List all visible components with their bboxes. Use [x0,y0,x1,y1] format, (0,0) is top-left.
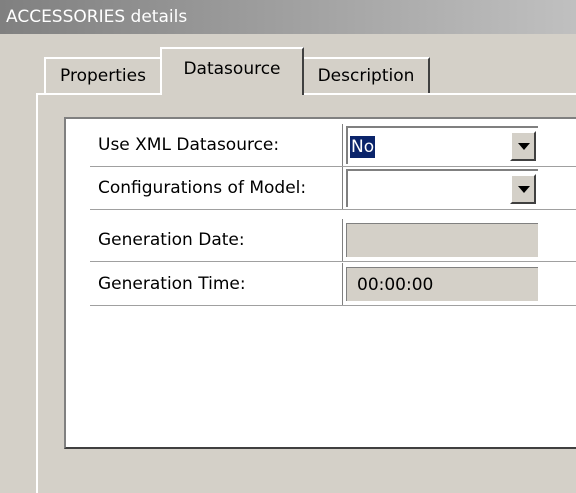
configurations-of-model-dropdown[interactable] [346,169,538,207]
row-divider [90,209,576,210]
field-row-configurations-of-model: Configurations of Model: [90,167,576,210]
window-title: ACCESSORIES details [0,0,576,34]
dropdown-arrow-icon[interactable] [510,174,536,204]
tab-datasource[interactable]: Datasource [160,47,304,95]
row-divider [90,261,576,262]
row-divider [90,305,576,306]
field-label: Generation Time: [98,274,246,294]
field-label: Configurations of Model: [98,178,307,198]
generation-time-field: 00:00:00 [346,267,538,301]
field-label: Generation Date: [98,230,245,250]
selected-value [350,179,352,201]
generation-date-field [346,223,538,257]
tab-description[interactable]: Description [302,57,430,93]
use-xml-datasource-dropdown[interactable]: No [346,126,538,164]
field-label: Use XML Datasource: [98,135,280,155]
field-row-use-xml-datasource: Use XML Datasource: No [90,124,576,167]
column-divider [342,263,343,305]
column-divider [342,219,343,261]
field-row-generation-date: Generation Date: [90,219,576,262]
column-divider [342,124,343,166]
dropdown-arrow-icon[interactable] [510,131,536,161]
field-row-generation-time: Generation Time: 00:00:00 [90,263,576,306]
selected-value: No [350,136,376,158]
tab-properties[interactable]: Properties [44,57,162,93]
field-value: 00:00:00 [357,275,434,295]
column-divider [342,167,343,209]
